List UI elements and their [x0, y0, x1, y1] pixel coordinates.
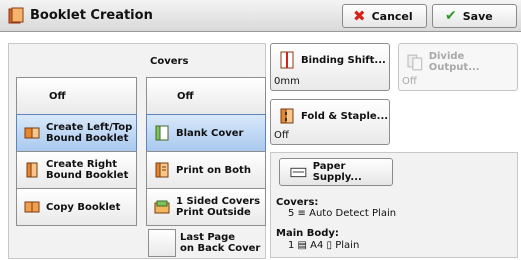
option-right-line1: Create Right: [46, 159, 118, 170]
last-page-line2: on Back Cover: [180, 243, 261, 254]
option-create-right-booklet[interactable]: Create Right Bound Booklet: [16, 151, 137, 189]
option-off-label: Off: [49, 90, 66, 102]
option-copy-booklet[interactable]: Copy Booklet: [16, 188, 137, 226]
blank-cover-icon: [155, 125, 169, 141]
paper-supply-button[interactable]: Paper Supply...: [279, 158, 393, 186]
print-on-both-icon: [155, 162, 169, 178]
covers-tray-label: Covers:: [276, 197, 319, 208]
last-page-checkbox[interactable]: [148, 229, 176, 257]
paper-tray-icon: [290, 167, 307, 178]
main-body-tray-label: Main Body:: [276, 228, 339, 239]
save-button[interactable]: ✔ Save: [432, 4, 517, 28]
covers-tray-value: 5 ≡ Auto Detect Plain: [288, 208, 397, 219]
fold-staple-value: Off: [274, 130, 289, 141]
paper-supply-label: Paper Supply...: [312, 161, 362, 183]
save-label: Save: [462, 9, 493, 23]
main-body-tray-value: 1 ▤ A4 ▯ Plain: [288, 240, 360, 251]
option-left-top-line1: Create Left/Top: [46, 122, 133, 133]
booklet-icon: [8, 7, 24, 24]
fold-staple-icon: [280, 108, 294, 124]
fold-staple-button[interactable]: Fold & Staple... Off: [270, 99, 390, 145]
covers-one-sided-line1: 1 Sided Covers: [176, 196, 261, 207]
binding-shift-button[interactable]: Binding Shift... 0mm: [270, 43, 390, 91]
one-sided-covers-icon: [154, 200, 170, 214]
last-page-line1: Last Page: [180, 232, 236, 243]
divide-output-icon: [407, 54, 423, 71]
fold-staple-label: Fold & Staple...: [301, 110, 389, 122]
covers-blank-cover[interactable]: Blank Cover: [146, 114, 266, 152]
option-left-top-line2: Bound Booklet: [46, 133, 129, 144]
divide-output-label: Divide Output...: [428, 51, 480, 73]
option-off[interactable]: Off: [16, 77, 137, 115]
covers-heading: Covers: [150, 56, 189, 67]
covers-off-label: Off: [177, 90, 194, 102]
copy-booklet-icon: [24, 201, 40, 213]
divide-output-value: Off: [402, 76, 417, 87]
cancel-label: Cancel: [371, 9, 413, 23]
covers-blank-label: Blank Cover: [176, 127, 244, 139]
last-page-label: Last Page on Back Cover: [180, 232, 260, 254]
page-title: Booklet Creation: [30, 8, 153, 23]
divide-output-button[interactable]: Divide Output... Off: [398, 43, 518, 91]
covers-one-sided-line2: Print Outside: [176, 207, 251, 218]
covers-off[interactable]: Off: [146, 77, 266, 115]
binding-shift-label: Binding Shift...: [301, 54, 386, 66]
left-bound-booklet-icon: [24, 127, 40, 139]
covers-one-sided-print-outside[interactable]: 1 Sided Covers Print Outside: [146, 188, 266, 226]
close-icon: ✖: [353, 6, 366, 25]
option-right-line2: Bound Booklet: [46, 170, 129, 181]
binding-shift-value: 0mm: [274, 76, 300, 87]
covers-print-on-both[interactable]: Print on Both: [146, 151, 266, 189]
right-bound-booklet-icon: [26, 162, 38, 178]
option-copy-label: Copy Booklet: [46, 201, 121, 213]
covers-print-both-label: Print on Both: [176, 164, 251, 176]
binding-shift-icon: [280, 51, 294, 69]
checkmark-icon: ✔: [445, 8, 457, 24]
cancel-button[interactable]: ✖ Cancel: [342, 4, 427, 28]
option-create-left-top-booklet[interactable]: Create Left/Top Bound Booklet: [16, 114, 137, 152]
